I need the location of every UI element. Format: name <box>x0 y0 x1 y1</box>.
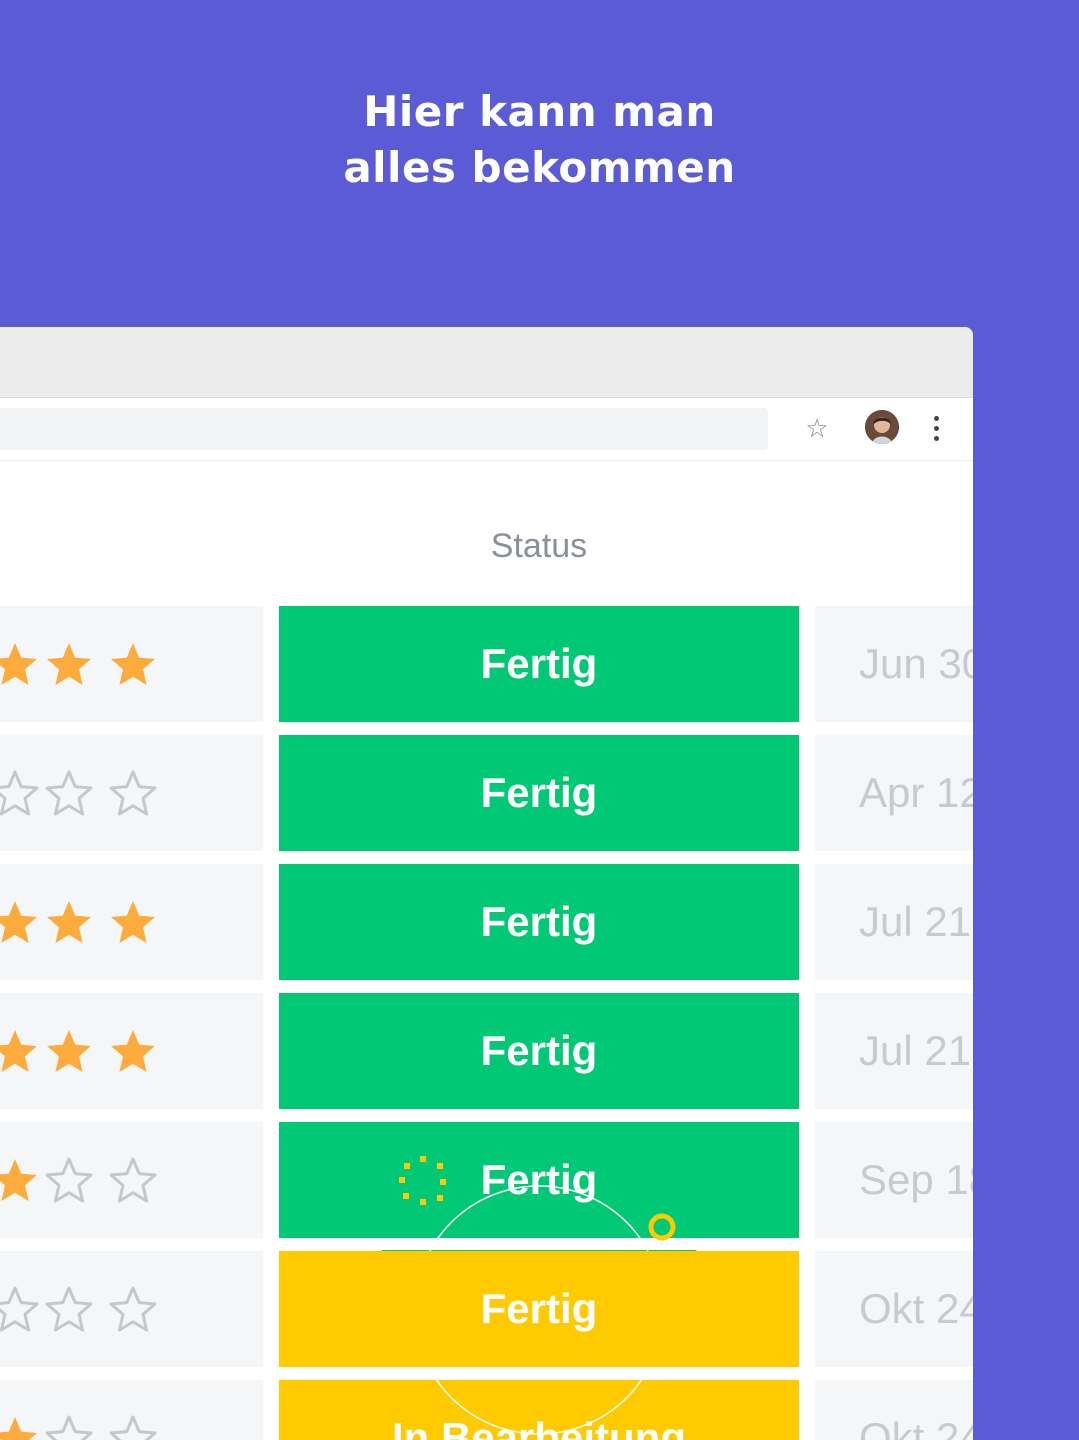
star-outline-icon[interactable] <box>108 1156 158 1206</box>
star-outline-icon[interactable] <box>44 1156 94 1206</box>
headline-line-1: Hier kann man <box>363 87 716 136</box>
star-filled-icon[interactable] <box>0 1156 40 1206</box>
date-cell[interactable]: Apr 12 <box>815 735 973 851</box>
table-row: Fertig Jul 21 <box>0 993 973 1109</box>
star-filled-icon[interactable] <box>0 1027 40 1077</box>
rating-cell[interactable] <box>0 606 263 722</box>
star-filled-icon[interactable] <box>44 1027 94 1077</box>
rating-cell[interactable] <box>0 864 263 980</box>
status-label: Fertig <box>480 898 598 945</box>
avatar[interactable] <box>865 410 899 444</box>
table-row: Fertig Sep 18 <box>0 1122 973 1238</box>
avatar-image <box>865 410 899 444</box>
status-label: Fertig <box>480 1285 598 1332</box>
status-cell[interactable]: In Bearbeitung <box>279 1380 799 1440</box>
star-filled-icon[interactable] <box>108 898 158 948</box>
table-row: Fertig Apr 12 <box>0 735 973 851</box>
star-filled-icon[interactable] <box>108 1027 158 1077</box>
star-outline-icon[interactable] <box>108 1414 158 1440</box>
headline: Hier kann man alles bekommen <box>0 84 1079 196</box>
star-outline-icon[interactable] <box>44 769 94 819</box>
table-row: Fertig Okt 24 <box>0 1251 973 1367</box>
status-cell[interactable]: Fertig <box>279 1251 799 1367</box>
rating-cell[interactable] <box>0 735 263 851</box>
kebab-menu-icon[interactable] <box>924 410 948 446</box>
status-column-header: Status <box>490 527 588 565</box>
status-cell[interactable]: Fertig <box>279 993 799 1109</box>
headline-line-2: alles bekommen <box>343 143 736 192</box>
status-cell[interactable]: Fertig <box>279 1122 799 1238</box>
browser-toolbar: ☆ <box>0 398 973 461</box>
table-row: Fertig Jun 30 <box>0 606 973 722</box>
status-label: Fertig <box>480 1027 598 1074</box>
status-label: Fertig <box>480 640 598 687</box>
rating-cell[interactable] <box>0 1122 263 1238</box>
date-cell[interactable]: Jun 30 <box>815 606 973 722</box>
star-filled-icon[interactable] <box>44 640 94 690</box>
star-outline-icon[interactable] <box>0 1285 40 1335</box>
date-cell[interactable]: Okt 24 <box>815 1380 973 1440</box>
star-outline-icon[interactable] <box>108 1285 158 1335</box>
status-cell[interactable]: Fertig <box>279 606 799 722</box>
table-row: Fertig Jul 21 <box>0 864 973 980</box>
browser-tab-strip <box>0 327 973 398</box>
star-filled-icon[interactable] <box>108 640 158 690</box>
status-cell[interactable]: Fertig <box>279 735 799 851</box>
star-filled-icon[interactable] <box>0 1414 40 1440</box>
status-label: Fertig <box>480 769 598 816</box>
status-label: In Bearbeitung <box>391 1414 687 1440</box>
date-cell[interactable]: Okt 24 <box>815 1251 973 1367</box>
table-row: In Bearbeitung Okt 24 <box>0 1380 973 1440</box>
date-cell[interactable]: Jul 21 <box>815 993 973 1109</box>
star-outline-icon[interactable] <box>44 1414 94 1440</box>
date-cell[interactable]: Sep 18 <box>815 1122 973 1238</box>
star-outline-icon[interactable]: ☆ <box>801 412 833 444</box>
star-filled-icon[interactable] <box>44 898 94 948</box>
star-filled-icon[interactable] <box>0 640 40 690</box>
star-filled-icon[interactable] <box>0 898 40 948</box>
star-outline-icon[interactable] <box>108 769 158 819</box>
star-outline-icon[interactable] <box>44 1285 94 1335</box>
address-bar[interactable] <box>0 408 768 450</box>
browser-window: ☆ Status Fertig Jun 30 Fertig Apr 12 Fertig J… <box>0 327 973 1440</box>
rating-cell[interactable] <box>0 993 263 1109</box>
status-label: Fertig <box>480 1156 598 1203</box>
star-outline-icon[interactable] <box>0 769 40 819</box>
rating-cell[interactable] <box>0 1251 263 1367</box>
rating-cell[interactable] <box>0 1380 263 1440</box>
date-cell[interactable]: Jul 21 <box>815 864 973 980</box>
status-cell[interactable]: Fertig <box>279 864 799 980</box>
